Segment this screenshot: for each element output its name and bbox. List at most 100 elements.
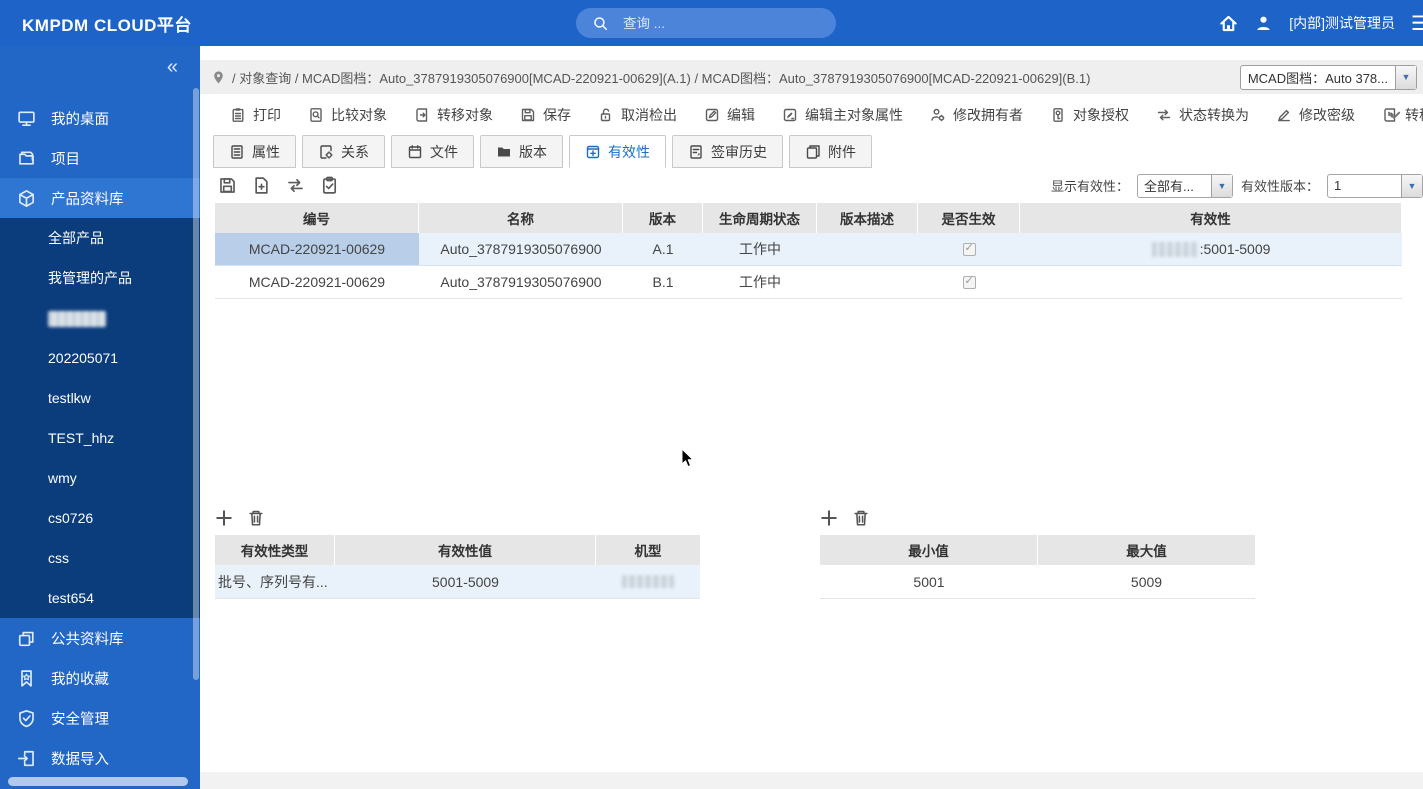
transfer-icon: [416, 107, 428, 122]
table-header: 最小值 最大值: [820, 535, 1255, 565]
button-label: 修改密级: [1299, 106, 1355, 123]
add-icon[interactable]: [820, 509, 838, 527]
sidebar-subitem[interactable]: 全部产品: [0, 218, 200, 258]
column-header[interactable]: 机型: [596, 535, 700, 565]
table-row[interactable]: MCAD-220921-00629 Auto_3787919305076900 …: [215, 233, 1402, 266]
chevron-down-icon[interactable]: ▼: [1401, 174, 1422, 197]
user-icon[interactable]: [1254, 14, 1273, 33]
tab-review-history[interactable]: 签审历史: [672, 135, 783, 168]
cell-code: MCAD-220921-00629: [215, 233, 419, 265]
doc-copy-icon: [806, 144, 820, 159]
table-row[interactable]: MCAD-220921-00629 Auto_3787919305076900 …: [215, 266, 1402, 299]
sidebar-item-security[interactable]: 安全管理: [0, 698, 200, 738]
current-user[interactable]: [内部]测试管理员: [1289, 13, 1395, 33]
cell-code: MCAD-220921-00629: [248, 274, 386, 290]
toolbar-expand-chevron-icon[interactable]: [1385, 106, 1403, 124]
tab-relations[interactable]: 关系: [302, 135, 385, 168]
trash-icon[interactable]: [247, 509, 265, 527]
column-header[interactable]: 最小值: [820, 535, 1038, 565]
column-header[interactable]: 版本描述: [817, 203, 918, 233]
global-search[interactable]: [576, 8, 836, 38]
sidebar-item-my-desktop[interactable]: 我的桌面: [0, 98, 200, 138]
sidebar-item-data-import[interactable]: 数据导入: [0, 738, 200, 778]
sidebar-item-label: 数据导入: [51, 751, 109, 768]
add-icon[interactable]: [215, 509, 233, 527]
cell-validity-value: 5001-5009: [432, 573, 499, 590]
table-row[interactable]: 批号、序列号有... 5001-5009: [215, 565, 700, 599]
effective-checkbox[interactable]: [962, 241, 976, 256]
sidebar-subitem[interactable]: TEST_hhz: [0, 418, 200, 458]
sidebar-item-public-library[interactable]: 公共资料库: [0, 618, 200, 658]
sidebar-item-product-library[interactable]: 产品资料库: [0, 178, 200, 218]
object-authorize-button[interactable]: 对象授权: [1050, 105, 1129, 125]
column-header[interactable]: 有效性: [1020, 203, 1402, 233]
cell-version: B.1: [652, 274, 674, 290]
column-header[interactable]: 最大值: [1038, 535, 1255, 565]
column-header[interactable]: 有效性类型: [215, 535, 335, 565]
show-validity-dropdown[interactable]: 全部有... ▼: [1136, 173, 1233, 198]
tab-versions[interactable]: 版本: [480, 135, 563, 168]
column-header[interactable]: 有效性值: [335, 535, 596, 565]
sidebar-item-my-favorites[interactable]: 我的收藏: [0, 658, 200, 698]
menu-icon[interactable]: ☰: [1411, 11, 1423, 36]
transfer-object-button[interactable]: 转移对象: [414, 105, 493, 125]
compare-objects-button[interactable]: 比较对象: [308, 105, 387, 125]
file-plus-icon[interactable]: [252, 176, 271, 195]
sidebar-subitem[interactable]: cs0726: [0, 498, 200, 538]
edit-main-object-attrs-button[interactable]: 编辑主对象属性: [782, 105, 903, 125]
print-button[interactable]: 打印: [230, 105, 281, 125]
tab-attributes[interactable]: 属性: [213, 135, 296, 168]
effective-checkbox[interactable]: [962, 274, 976, 289]
column-header[interactable]: 编号: [215, 203, 419, 233]
sidebar-subitem[interactable]: wmy: [0, 458, 200, 498]
chevron-down-icon[interactable]: ▼: [1395, 65, 1416, 89]
breadcrumb: / 对象查询 / MCAD图档：Auto_3787919305076900[MC…: [232, 70, 1091, 86]
state-transition-button[interactable]: 状态转换为: [1156, 105, 1249, 125]
column-header[interactable]: 生命周期状态: [703, 203, 817, 233]
clipboard-check-icon[interactable]: [320, 176, 339, 195]
tab-files[interactable]: 文件: [391, 135, 474, 168]
sidebar-subitem[interactable]: testlkw: [0, 378, 200, 418]
sidebar-subitem[interactable]: 我管理的产品: [0, 258, 200, 298]
object-selector-dropdown[interactable]: MCAD图档：Auto 378... ▼: [1239, 64, 1417, 90]
column-header[interactable]: 是否生效: [918, 203, 1020, 233]
button-label: 转移对象: [1405, 106, 1423, 123]
tab-attachments[interactable]: 附件: [789, 135, 872, 168]
cell-validity: [1020, 266, 1402, 298]
sidebar-item-label: 产品资料库: [51, 191, 124, 208]
column-header[interactable]: 版本: [623, 203, 703, 233]
sidebar-subitem-redacted[interactable]: [0, 298, 200, 338]
tab-validity[interactable]: 有效性: [569, 135, 666, 168]
sidebar-horizontal-scrollbar[interactable]: [8, 777, 188, 786]
validity-filters: 显示有效性： 全部有... ▼ 有效性版本： 1 ▼: [1051, 168, 1423, 203]
trash-icon[interactable]: [852, 509, 870, 527]
change-owner-icon: [931, 108, 945, 121]
validity-version-dropdown[interactable]: 1 ▼: [1327, 173, 1423, 198]
search-input[interactable]: [623, 15, 813, 31]
chevron-down-icon[interactable]: ▼: [1210, 174, 1232, 197]
change-secret-level-button[interactable]: 修改密级: [1276, 105, 1355, 125]
table-header: 有效性类型 有效性值 机型: [215, 535, 700, 565]
sidebar-vertical-scrollbar[interactable]: [193, 88, 199, 680]
sidebar-subitem[interactable]: css: [0, 538, 200, 578]
tab-label: 文件: [430, 143, 458, 160]
sidebar: « 我的桌面 项目 产品资料库 全部产品 我管理的产品 202205071 te…: [0, 46, 200, 789]
sidebar-subitem[interactable]: test654: [0, 578, 200, 618]
edit-button[interactable]: 编辑: [704, 105, 755, 125]
versions-table-header: 编号 名称 版本 生命周期状态 版本描述 是否生效 有效性: [215, 203, 1402, 233]
change-owner-button[interactable]: 修改拥有者: [930, 105, 1023, 125]
pencil-icon: [1278, 109, 1290, 121]
sidebar-item-projects[interactable]: 项目: [0, 138, 200, 178]
column-header[interactable]: 名称: [419, 203, 623, 233]
document-icon: [19, 150, 34, 165]
cancel-checkout-button[interactable]: 取消检出: [598, 105, 677, 125]
cell-version-desc: [817, 266, 918, 298]
save-icon[interactable]: [218, 176, 237, 195]
table-row[interactable]: 5001 5009: [820, 565, 1255, 599]
sidebar-subitem[interactable]: 202205071: [0, 338, 200, 378]
swap-icon[interactable]: [286, 176, 305, 195]
key-icon: [1053, 107, 1063, 122]
save-button[interactable]: 保存: [520, 105, 571, 125]
home-icon[interactable]: [1219, 14, 1238, 33]
collapse-sidebar-button[interactable]: «: [167, 57, 178, 77]
